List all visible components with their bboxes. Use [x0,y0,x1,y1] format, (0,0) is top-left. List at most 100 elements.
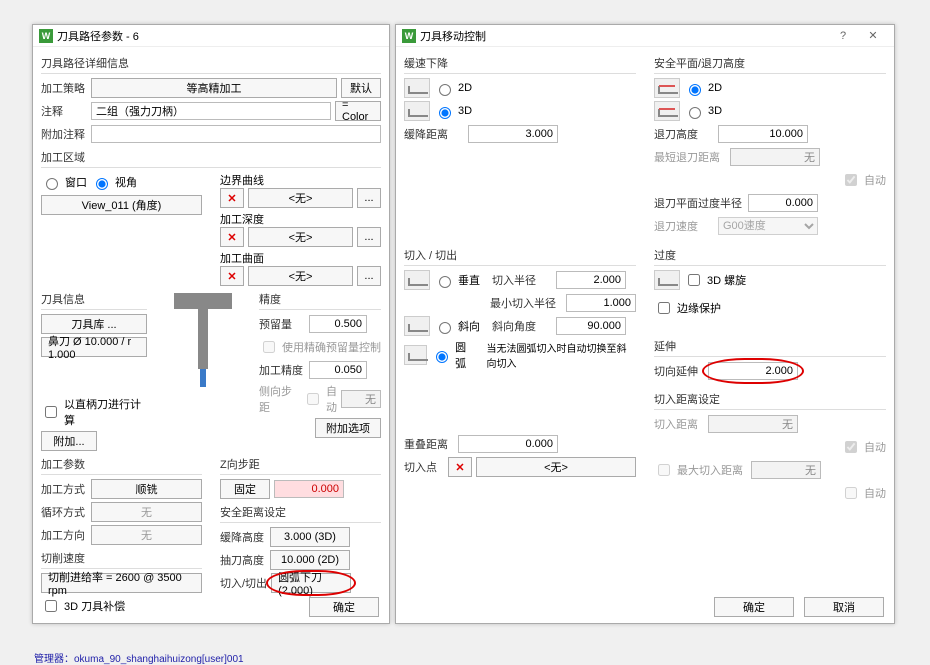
section-speed: 切削速度 [41,548,202,569]
section-inout: 切入 / 切出 [404,245,636,266]
lateral-auto-checkbox [307,393,319,405]
section-safeplane: 安全平面/退刀高度 [654,53,886,74]
status-bar: 管理器：okuma_90_shanghaihuizong[user]001 [34,650,244,665]
window-title: 刀具路径参数 - 6 [57,28,383,44]
boundary-button[interactable]: <无> [248,188,353,208]
radio-viewangle[interactable] [96,178,108,190]
fixed-button[interactable]: 固定 [220,479,270,499]
planeR-label: 退刀平面过度半径 [654,195,744,211]
help-icon[interactable]: ? [828,30,858,42]
inR-label: 切入半径 [492,272,552,288]
radio-safe-2d[interactable] [689,84,701,96]
ok-button-left[interactable]: 确定 [309,597,379,617]
safe2d-icon [654,78,680,98]
speed-button[interactable]: 切削进给率 = 2600 @ 3500 rpm [41,573,202,593]
strategy-label: 加工策略 [41,80,87,96]
vert-icon [404,270,430,290]
angle-label: 斜向角度 [492,318,552,334]
section-transition: 过度 [654,245,886,266]
method-button[interactable]: 顺铣 [91,479,202,499]
comp3d-label: 3D 刀具补偿 [64,598,125,614]
allowance-input[interactable] [309,315,367,333]
section-tool: 刀具信息 [41,289,147,310]
arc-label: 圆弧 [455,339,474,371]
section-params: 加工参数 [41,454,202,475]
titlebar-right: W 刀具移动控制 ? ✕ [396,25,894,47]
addcomment-label: 附加注释 [41,126,87,142]
straight-calc-checkbox[interactable] [45,406,57,418]
inout-button[interactable]: 圆弧下刀(2.000) [271,573,351,593]
retractH-button[interactable]: 3.000 (3D) [270,527,350,547]
helix-checkbox[interactable] [688,274,700,286]
indist-auto-checkbox [845,441,857,453]
radio-window[interactable] [46,178,58,190]
tool-graphic [168,293,238,393]
plungeH-button[interactable]: 10.000 (2D) [270,550,350,570]
ok-button-right[interactable]: 确定 [714,597,794,617]
depth-label: 加工深度 [220,211,381,227]
section-safedist: 安全距离设定 [220,502,381,523]
diagonal-label: 斜向 [458,318,480,334]
default-button[interactable]: 默认 [341,78,381,98]
loop-label: 循环方式 [41,504,87,520]
clear-boundary-icon[interactable]: ✕ [220,188,244,208]
comp3d-checkbox[interactable] [45,600,57,612]
inpoint-button[interactable]: <无> [476,457,636,477]
slow-3d-label: 3D [458,105,472,117]
radio-slow-2d[interactable] [439,84,451,96]
minR-input[interactable] [566,294,636,312]
edge-protect-label: 边缘保护 [677,300,721,316]
zstep-input[interactable] [274,480,344,498]
slow3d-icon [404,101,430,121]
machprec-input[interactable] [309,361,367,379]
retractH-input[interactable] [718,125,808,143]
section-indist: 切入距离设定 [654,389,886,410]
color-button[interactable]: = Color [335,101,381,121]
cancel-button[interactable]: 取消 [804,597,884,617]
angle-input[interactable] [556,317,626,335]
comment-label: 注释 [41,103,87,119]
clear-inpoint-icon[interactable]: ✕ [448,457,472,477]
attach-options-button[interactable]: 附加选项 [315,418,381,438]
straight-calc-label: 以直柄刀进行计算 [64,396,147,428]
slowdist-label: 缓降距离 [404,126,464,142]
overlap-input[interactable] [458,435,558,453]
radio-safe-3d[interactable] [689,107,701,119]
planeR-input[interactable] [748,194,818,212]
edge-protect-checkbox[interactable] [658,302,670,314]
close-icon[interactable]: ✕ [858,29,888,42]
tool-desc-button[interactable]: 鼻刀 Ø 10.000 / r 1.000 [41,337,147,357]
surface-button[interactable]: <无> [248,266,353,286]
addcomment-input[interactable] [91,125,381,143]
radio-diagonal[interactable] [439,322,451,334]
section-slowdown: 缓速下降 [404,53,636,74]
boundary-more-button[interactable]: ... [357,188,381,208]
section-precision: 精度 [259,289,381,310]
view-button[interactable]: View_011 (角度) [41,195,202,215]
retractH-label: 缓降高度 [220,529,266,545]
section-zstep: Z向步距 [220,454,381,475]
window-label: 窗口 [65,174,87,190]
inR-input[interactable] [556,271,626,289]
clear-depth-icon[interactable]: ✕ [220,227,244,247]
depth-more-button[interactable]: ... [357,227,381,247]
dir-label: 加工方向 [41,527,87,543]
comment-input[interactable] [91,102,331,120]
surface-more-button[interactable]: ... [357,266,381,286]
surface-label: 加工曲面 [220,250,381,266]
maxdist-auto-label: 自动 [864,485,886,501]
toolpath-params-window: W 刀具路径参数 - 6 刀具路径详细信息 加工策略 等高精加工 默认 注释 =… [32,24,390,624]
strategy-button[interactable]: 等高精加工 [91,78,337,98]
depth-button[interactable]: <无> [248,227,353,247]
method-label: 加工方式 [41,481,87,497]
tangext-input[interactable] [708,362,798,380]
radio-arc[interactable] [436,351,448,363]
clear-surface-icon[interactable]: ✕ [220,266,244,286]
radio-slow-3d[interactable] [439,107,451,119]
inpoint-label: 切入点 [404,459,444,475]
attach-button[interactable]: 附加... [41,431,97,451]
slowdist-input[interactable] [468,125,558,143]
maxdist-label: 最大切入距离 [677,462,747,478]
radio-vertical[interactable] [439,276,451,288]
toollib-button[interactable]: 刀具库 ... [41,314,147,334]
